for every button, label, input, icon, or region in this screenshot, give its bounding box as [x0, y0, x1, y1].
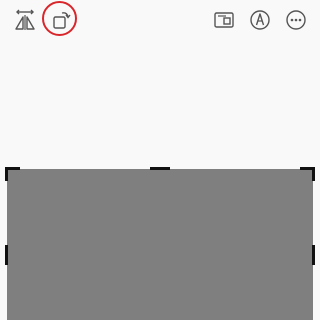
rotate-button[interactable]: [48, 6, 76, 34]
photo-editor: [0, 0, 320, 320]
crop-handle-top-edge[interactable]: [150, 167, 170, 170]
rotate-icon: [53, 12, 71, 29]
crop-handle-left-edge[interactable]: [5, 245, 8, 265]
flip-button[interactable]: [11, 6, 39, 34]
more-options-button[interactable]: [282, 6, 310, 34]
flip-horizontal-icon: [15, 9, 35, 30]
markup-button[interactable]: [246, 6, 274, 34]
crop-handle-top-left-vertical[interactable]: [5, 167, 8, 181]
crop-area[interactable]: [5, 167, 315, 320]
aspect-ratio-button[interactable]: [210, 6, 238, 34]
more-icon: [286, 10, 306, 30]
crop-handle-top-left[interactable]: [6, 167, 20, 170]
aspect-ratio-icon: [214, 12, 234, 28]
crop-handle-right-edge[interactable]: [312, 245, 315, 265]
image-preview: [7, 169, 313, 320]
crop-handle-top-right-vertical[interactable]: [312, 167, 315, 181]
markup-pen-icon: [250, 10, 270, 30]
editor-toolbar: [0, 0, 320, 40]
